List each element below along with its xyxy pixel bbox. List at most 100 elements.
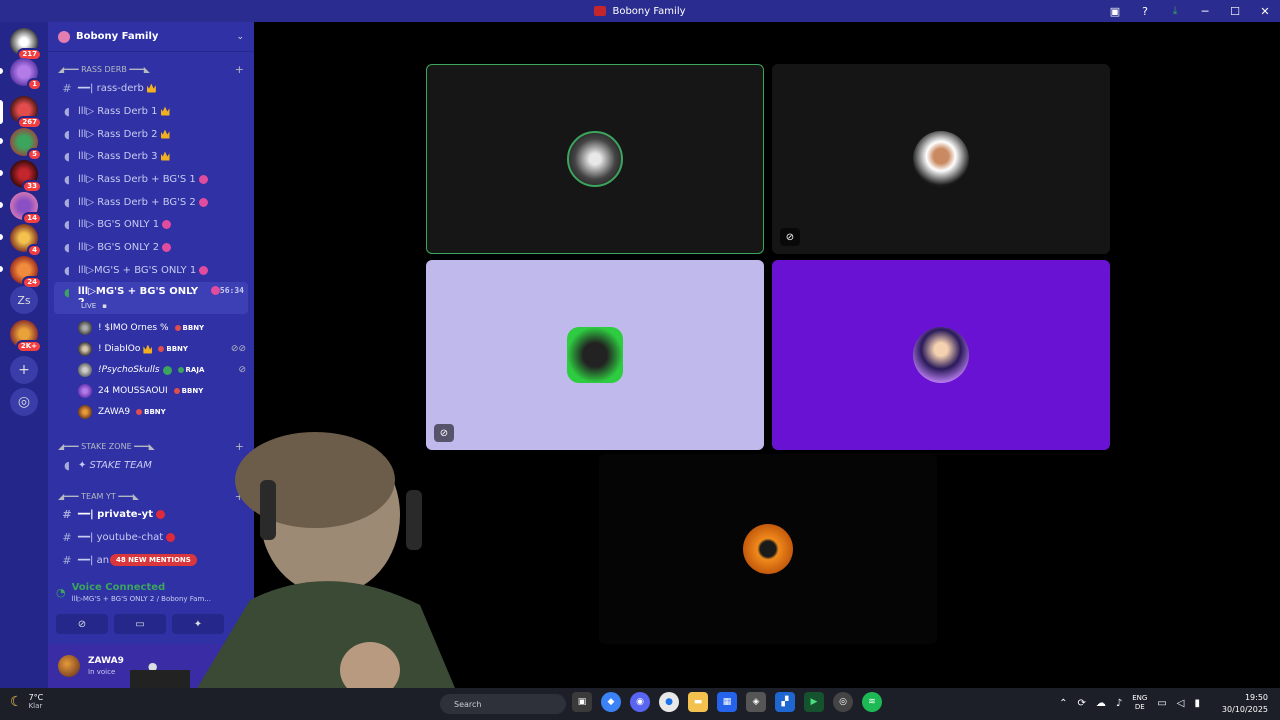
sync-icon[interactable]: ⟳ xyxy=(1077,698,1085,709)
discord-icon[interactable]: ◉ xyxy=(630,692,650,712)
category-rass-derb[interactable]: ◢━━━ RASS DERB ━━━◣ + xyxy=(58,62,244,76)
minimize-button[interactable]: ─ xyxy=(1190,0,1220,22)
channel-rass-derb[interactable]: # ━━| rass-derb xyxy=(54,78,248,98)
help-icon[interactable]: ? xyxy=(1130,0,1160,22)
server-icon-zs[interactable]: Zs xyxy=(10,286,38,314)
taskbar-apps: ▣ ◆ ◉ ● ▬ ▦ ◈ ▞ ▶ ◎ ≋ xyxy=(572,692,882,712)
participant-tile[interactable] xyxy=(599,454,937,644)
channel-rass-derb-2[interactable]: ◖ lll▷ Rass Derb 2 xyxy=(54,124,248,144)
server-badge: 14 xyxy=(22,212,42,225)
server-icon-8[interactable]: 24 xyxy=(10,256,42,289)
server-icon-6[interactable]: 14 xyxy=(10,192,42,225)
search-input[interactable]: Search xyxy=(440,694,566,714)
user-avatar[interactable] xyxy=(58,655,80,677)
channel-label: lll▷ Rass Derb 2 xyxy=(78,128,158,140)
camera-off-button[interactable]: ⊘ xyxy=(56,614,108,634)
guild-header[interactable]: Bobony Family ⌄ xyxy=(48,22,254,52)
add-channel-icon[interactable]: + xyxy=(235,63,244,76)
server-badge: 2K+ xyxy=(15,340,42,353)
channel-bgs-only-1[interactable]: ◖ lll▷ BG'S ONLY 1 xyxy=(54,214,248,234)
visual-studio-icon[interactable]: ▞ xyxy=(775,692,795,712)
chrome-icon[interactable]: ● xyxy=(659,692,679,712)
role-tag: RAJA xyxy=(177,366,204,374)
channel-mgs-bgs-only-1[interactable]: ◖ lll▷MG'S + BG'S ONLY 1 xyxy=(54,260,248,280)
category-label: ◢━━━ RASS DERB ━━━◣ xyxy=(58,64,150,74)
maximize-button[interactable]: ☐ xyxy=(1220,0,1250,22)
volume-icon[interactable]: ◁ xyxy=(1177,698,1185,709)
file-explorer-icon[interactable]: ▬ xyxy=(688,692,708,712)
active-server-indicator xyxy=(0,100,3,124)
task-view-icon[interactable]: ▣ xyxy=(572,692,592,712)
app-cube-icon[interactable]: ◈ xyxy=(746,692,766,712)
voice-channel-icon: ◖ xyxy=(64,104,70,118)
download-icon[interactable]: ⤓ xyxy=(1160,0,1190,22)
flower-icon xyxy=(210,286,220,295)
server-icon-7[interactable]: 4 xyxy=(10,224,42,257)
add-server-icon[interactable]: + xyxy=(10,356,38,384)
flower-icon xyxy=(198,174,208,184)
live-indicator: LIVE ▪ xyxy=(78,302,107,310)
keyboard-layout: DE xyxy=(1134,703,1145,711)
flower-icon xyxy=(162,219,172,229)
microphone-icon[interactable]: ♪ xyxy=(1116,698,1122,709)
participant-tile-speaking[interactable] xyxy=(426,64,764,254)
bbny-icon xyxy=(174,325,181,331)
unread-indicator xyxy=(0,266,3,272)
category-label: ◢━━━ TEAM YT ━━━◣ xyxy=(58,491,139,501)
server-icon-1[interactable]: 217 xyxy=(10,28,42,61)
voice-timer: 56:34 xyxy=(219,286,244,295)
voice-user-moussaoui[interactable]: 24 MOUSSAOUI BBNY xyxy=(78,381,246,401)
participant-avatar xyxy=(567,327,623,383)
chevron-down-icon[interactable]: ⌄ xyxy=(236,32,244,42)
server-icon-5[interactable]: 33 xyxy=(10,160,42,193)
spotify-icon[interactable]: ≋ xyxy=(862,692,882,712)
display-icon[interactable]: ▭ xyxy=(1157,698,1166,709)
crown-icon xyxy=(143,344,153,354)
voice-user-zawa9[interactable]: ZAWA9 BBNY xyxy=(78,402,246,422)
cloud-icon[interactable]: ☁ xyxy=(1096,698,1106,709)
voice-user-diabloo[interactable]: ! DiabIOo BBNY ⊘⊘ xyxy=(78,339,246,359)
role-tag-label: BBNY xyxy=(144,408,166,416)
voice-channel-active-icon: ◖ xyxy=(64,286,70,299)
voice-user-name: ZAWA9 xyxy=(98,407,131,417)
obs-icon[interactable]: ◎ xyxy=(833,692,853,712)
store-icon[interactable]: ▦ xyxy=(717,692,737,712)
participant-tile[interactable]: ⊘ xyxy=(426,260,764,450)
weather-widget[interactable]: ☾ 7°C Klar xyxy=(10,693,43,710)
guild-name: Bobony Family xyxy=(76,31,159,42)
terminal-icon[interactable]: ▶ xyxy=(804,692,824,712)
unread-indicator xyxy=(0,138,3,144)
channel-label: lll▷ BG'S ONLY 1 xyxy=(78,218,160,230)
voice-user-simo[interactable]: ! $IMO Ornes % BBNY xyxy=(78,318,246,338)
participant-tile[interactable] xyxy=(772,260,1110,450)
clock[interactable]: 19:50 30/10/2025 xyxy=(1222,692,1268,716)
discover-compass-icon[interactable]: ◎ xyxy=(10,388,38,416)
server-icon-bobony[interactable]: 267 xyxy=(10,96,42,129)
language-code: ENG xyxy=(1132,694,1148,702)
server-folder[interactable]: 2K+ xyxy=(10,320,42,353)
voice-user-psychoskulls[interactable]: !PsychoSkulls RAJA ⊘ xyxy=(78,360,246,380)
copilot-icon[interactable]: ◆ xyxy=(601,692,621,712)
server-badge: 4 xyxy=(27,244,42,257)
battery-icon[interactable]: ▮ xyxy=(1194,698,1200,709)
channel-rass-derb-bgs-1[interactable]: ◖ lll▷ Rass Derb + BG'S 1 xyxy=(54,169,248,189)
voice-channel-icon: ◖ xyxy=(64,240,70,254)
crown-icon xyxy=(160,151,170,161)
participant-tile[interactable]: ⊘ xyxy=(772,64,1110,254)
close-button[interactable]: ✕ xyxy=(1250,0,1280,22)
channel-bgs-only-2[interactable]: ◖ lll▷ BG'S ONLY 2 xyxy=(54,237,248,257)
server-icon-2[interactable]: 1 xyxy=(10,58,42,91)
user-name: ZAWA9 xyxy=(88,656,124,666)
channel-rass-derb-1[interactable]: ◖ lll▷ Rass Derb 1 xyxy=(54,101,248,121)
participant-avatar xyxy=(567,131,623,187)
inbox-icon[interactable]: ▣ xyxy=(1100,0,1130,22)
channel-rass-derb-bgs-2[interactable]: ◖ lll▷ Rass Derb + BG'S 2 xyxy=(54,192,248,212)
participant-avatar xyxy=(913,327,969,383)
language-indicator[interactable]: ENG DE xyxy=(1132,694,1147,712)
voice-user-name: ! DiabIOo xyxy=(98,344,141,354)
temperature: 7°C xyxy=(28,693,44,702)
server-icon-4[interactable]: 5 xyxy=(10,128,42,161)
chevron-up-icon[interactable]: ⌃ xyxy=(1059,698,1067,709)
channel-rass-derb-3[interactable]: ◖ lll▷ Rass Derb 3 xyxy=(54,146,248,166)
server-badge: 5 xyxy=(27,148,42,161)
